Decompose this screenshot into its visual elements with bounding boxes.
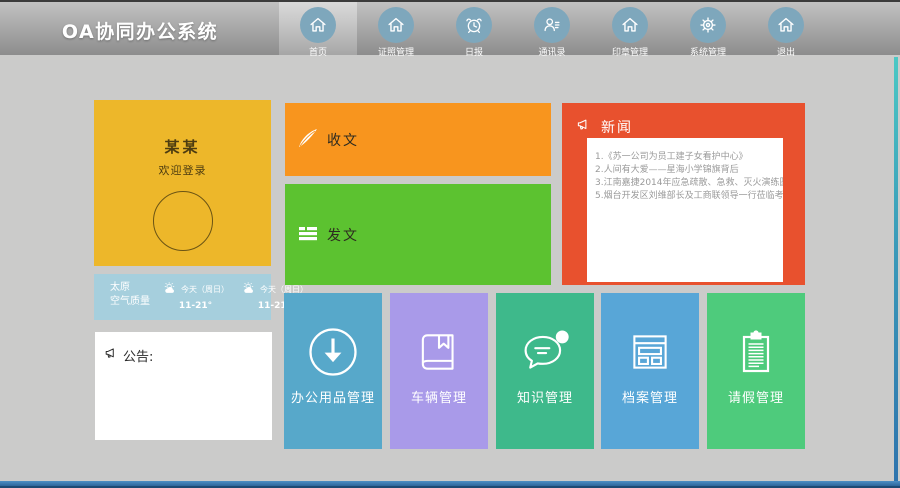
- nav-label: 通讯录: [538, 45, 565, 58]
- download-circle-icon: [284, 325, 382, 379]
- module-label: 请假管理: [707, 387, 805, 406]
- module-label: 知识管理: [496, 387, 594, 406]
- send-doc-card[interactable]: 发文: [285, 184, 551, 285]
- news-item[interactable]: 2.人间有大爱——星海小学锦旗背后: [595, 164, 783, 177]
- welcome-text: 欢迎登录: [94, 162, 271, 178]
- notice-title: 公告:: [123, 346, 153, 365]
- nav-item-daily-report[interactable]: 日报: [435, 2, 513, 55]
- chat-bubble-icon: [496, 325, 594, 379]
- book-icon: [390, 325, 488, 379]
- nav-label: 证照管理: [378, 45, 414, 58]
- send-doc-title: 发文: [327, 225, 359, 245]
- header-bar: OA协同办公系统 首页 证照管理: [0, 0, 900, 55]
- quill-icon: [296, 126, 320, 154]
- megaphone-icon: [103, 345, 123, 366]
- nav-label: 首页: [309, 45, 327, 58]
- notice-card: 公告:: [95, 332, 272, 440]
- receive-doc-card[interactable]: 收文: [285, 103, 551, 176]
- nav-item-licenses[interactable]: 证照管理: [357, 2, 435, 55]
- archive-window-icon: [601, 325, 699, 379]
- home-icon: [300, 7, 336, 43]
- right-scroll-strip[interactable]: [894, 57, 898, 481]
- forecast-today-1: 今天（周日） 11-21°: [162, 281, 229, 320]
- module-vehicle[interactable]: 车辆管理: [390, 293, 488, 449]
- weather-card: 太原 空气质量 今天（周日） 11-21°: [94, 274, 271, 320]
- nav-label: 系统管理: [690, 45, 726, 58]
- avatar[interactable]: [153, 191, 213, 251]
- nav-item-contacts[interactable]: 通讯录: [513, 2, 591, 55]
- module-knowledge[interactable]: 知识管理: [496, 293, 594, 449]
- nav-item-logout[interactable]: 退出: [747, 2, 825, 55]
- home-icon: [768, 7, 804, 43]
- oa-dashboard: OA协同办公系统 首页 证照管理: [0, 0, 900, 488]
- nav-item-seal[interactable]: 印章管理: [591, 2, 669, 55]
- app-title: OA协同办公系统: [0, 17, 280, 44]
- sun-cloud-icon: [162, 281, 181, 298]
- news-list: 1.《苏一公司为员工建子女看护中心》 2.人间有大爱——星海小学锦旗背后 3.江…: [595, 151, 783, 203]
- nav-label: 退出: [777, 45, 795, 58]
- megaphone-icon: [575, 116, 601, 138]
- weather-location: 太原 空气质量: [110, 281, 150, 320]
- news-card: 新闻 1.《苏一公司为员工建子女看护中心》 2.人间有大爱——星海小学锦旗背后 …: [562, 103, 805, 285]
- receive-doc-title: 收文: [327, 130, 359, 150]
- news-item[interactable]: 1.《苏一公司为员工建子女看护中心》: [595, 151, 783, 164]
- list-icon: [296, 221, 320, 249]
- user-name: 某某: [94, 136, 271, 157]
- bottom-bar: [0, 481, 900, 488]
- user-card: 某某 欢迎登录: [94, 100, 271, 266]
- home-icon: [612, 7, 648, 43]
- news-item[interactable]: 3.江南嘉捷2014年应急疏散、急救、灭火演练圆满落幕: [595, 177, 783, 190]
- news-item[interactable]: 5.烟台开发区刘维部长及工商联领导一行莅临考察指导: [595, 190, 783, 203]
- news-panel: 1.《苏一公司为员工建子女看护中心》 2.人间有大爱——星海小学锦旗背后 3.江…: [587, 138, 783, 282]
- module-office-supplies[interactable]: 办公用品管理: [284, 293, 382, 449]
- forecast-temp: 11-21°: [162, 301, 229, 311]
- nav-label: 印章管理: [612, 45, 648, 58]
- module-leave[interactable]: 请假管理: [707, 293, 805, 449]
- nav-item-home[interactable]: 首页: [279, 2, 357, 55]
- module-label: 办公用品管理: [284, 387, 382, 406]
- module-label: 档案管理: [601, 387, 699, 406]
- weather-city: 太原: [110, 281, 150, 295]
- module-label: 车辆管理: [390, 387, 488, 406]
- sun-cloud-icon: [241, 281, 260, 298]
- air-quality-label: 空气质量: [110, 295, 150, 309]
- clipboard-icon: [707, 325, 805, 379]
- nav-label: 日报: [465, 45, 483, 58]
- alarm-clock-icon: [456, 7, 492, 43]
- gear-icon: [690, 7, 726, 43]
- forecast-day-label: 今天（周日）: [181, 284, 229, 295]
- contacts-icon: [534, 7, 570, 43]
- news-title: 新闻: [601, 117, 633, 137]
- home-icon: [378, 7, 414, 43]
- module-archive[interactable]: 档案管理: [601, 293, 699, 449]
- nav-item-system[interactable]: 系统管理: [669, 2, 747, 55]
- main-nav: 首页 证照管理 日报: [279, 2, 825, 55]
